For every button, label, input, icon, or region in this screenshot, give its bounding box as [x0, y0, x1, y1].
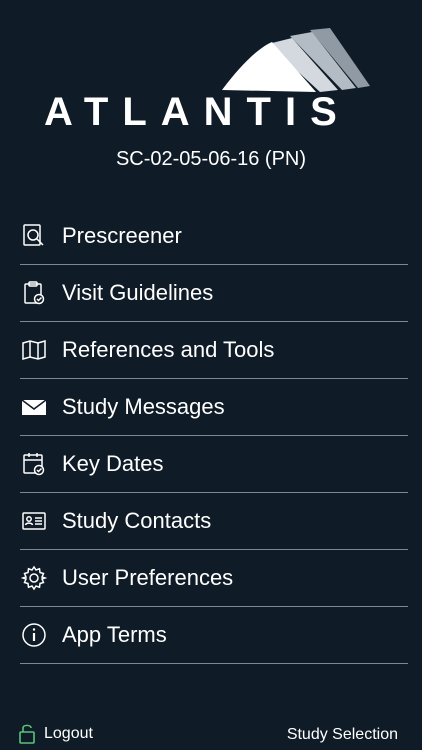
contact-card-icon: [20, 507, 48, 535]
menu-item-prescreener[interactable]: Prescreener: [20, 208, 408, 265]
menu-item-app-terms[interactable]: App Terms: [20, 607, 408, 664]
info-icon: [20, 621, 48, 649]
footer-bar: Logout Study Selection: [0, 718, 422, 750]
menu-item-user-preferences[interactable]: User Preferences: [20, 550, 408, 607]
menu-item-label: Prescreener: [62, 223, 182, 248]
logout-button[interactable]: Logout: [18, 722, 93, 746]
logout-label: Logout: [44, 725, 93, 742]
envelope-icon: [20, 393, 48, 421]
menu-item-label: References and Tools: [62, 337, 275, 362]
menu-item-label: Key Dates: [62, 451, 164, 476]
unlock-icon: [19, 724, 35, 744]
atlantis-sail-logo-icon: [222, 28, 370, 92]
clipboard-check-icon: [20, 279, 48, 307]
main-menu: Prescreener Visit Guidelines References …: [20, 208, 408, 664]
menu-item-key-dates[interactable]: Key Dates: [20, 436, 408, 493]
menu-item-label: Visit Guidelines: [62, 280, 214, 305]
menu-item-references-and-tools[interactable]: References and Tools: [20, 322, 408, 379]
menu-item-label: Study Contacts: [62, 508, 212, 533]
calendar-check-icon: [20, 450, 48, 478]
menu-item-visit-guidelines[interactable]: Visit Guidelines: [20, 265, 408, 322]
app-logo: ATLANTIS: [0, 0, 422, 140]
menu-item-label: User Preferences: [62, 565, 234, 590]
brand-wordmark: ATLANTIS: [44, 90, 351, 134]
open-book-icon: [20, 336, 48, 364]
study-selection-link[interactable]: Study Selection: [287, 726, 398, 744]
study-code: SC-02-05-06-16 (PN): [115, 148, 307, 170]
menu-item-study-contacts[interactable]: Study Contacts: [20, 493, 408, 550]
menu-item-label: App Terms: [62, 622, 167, 647]
menu-item-study-messages[interactable]: Study Messages: [20, 379, 408, 436]
gear-icon: [20, 564, 48, 592]
magnifier-document-icon: [20, 222, 48, 250]
menu-item-label: Study Messages: [62, 394, 225, 419]
